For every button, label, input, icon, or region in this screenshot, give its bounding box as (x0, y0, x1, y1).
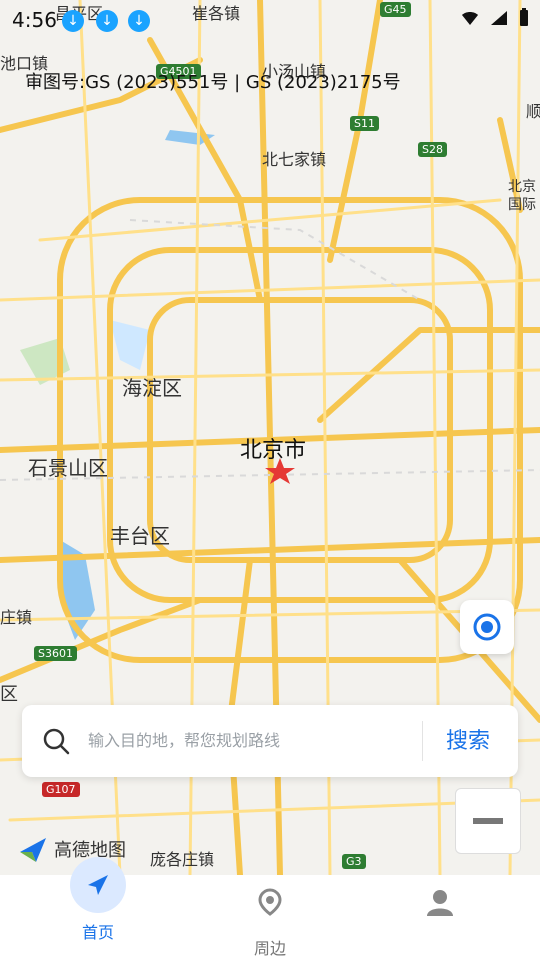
nav-home[interactable]: 首页 (38, 857, 158, 960)
amap-logo-icon (18, 834, 48, 864)
nearby-icon (242, 875, 298, 931)
road-shield: G107 (42, 782, 80, 797)
nav-home-label: 首页 (81, 923, 114, 942)
navigation-icon (70, 857, 126, 913)
status-bar: 4:56 ↓ ↓ ↓ (10, 4, 530, 32)
download-icon: ↓ (62, 10, 84, 32)
map-label-beijing-airport: 北京国际 (508, 179, 536, 213)
nav-nearby[interactable]: 周边 (210, 875, 330, 960)
map-label-haidian: 海淀区 (122, 376, 182, 400)
locate-icon (472, 612, 502, 642)
search-bar[interactable]: 输入目的地，帮您规划路线 搜索 (22, 705, 518, 777)
status-time: 4:56 (12, 8, 57, 32)
map-label-zhuangzhen: 庄镇 (0, 608, 33, 627)
download-icon: ↓ (128, 10, 150, 32)
map-label-beiqijia: 北七家镇 (262, 150, 327, 169)
road-shield: S11 (350, 116, 379, 131)
map-label-city: 北京市 (240, 438, 307, 463)
map-label-fengtai: 丰台区 (110, 524, 170, 548)
search-button[interactable]: 搜索 (446, 723, 490, 755)
road-shield: G3 (342, 854, 366, 869)
locate-button[interactable] (460, 600, 514, 654)
bottom-nav: 首页 周边 (0, 857, 540, 960)
map-label-panggezhuang: 庞各庄镇 (150, 850, 215, 869)
search-divider (422, 721, 423, 761)
minus-icon (473, 818, 503, 824)
nav-nearby-label: 周边 (253, 939, 286, 958)
road-shield: S3601 (34, 646, 77, 661)
map-label-shun: 顺 (526, 102, 540, 121)
signal-icon (490, 10, 508, 26)
search-icon (42, 727, 70, 755)
map-label-shijingshan: 石景山区 (28, 456, 108, 480)
profile-icon (412, 875, 468, 931)
battery-icon (518, 8, 530, 28)
wifi-icon (460, 10, 480, 26)
map-label-qu: 区 (0, 684, 18, 705)
nav-profile[interactable] (380, 875, 500, 960)
zoom-out-button[interactable] (455, 788, 521, 854)
map-review-number: 审图号:GS (2023)551号 | GS (2023)2175号 (25, 72, 401, 93)
download-icon: ↓ (96, 10, 118, 32)
road-shield: S28 (418, 142, 447, 157)
search-input[interactable]: 输入目的地，帮您规划路线 (88, 727, 280, 751)
